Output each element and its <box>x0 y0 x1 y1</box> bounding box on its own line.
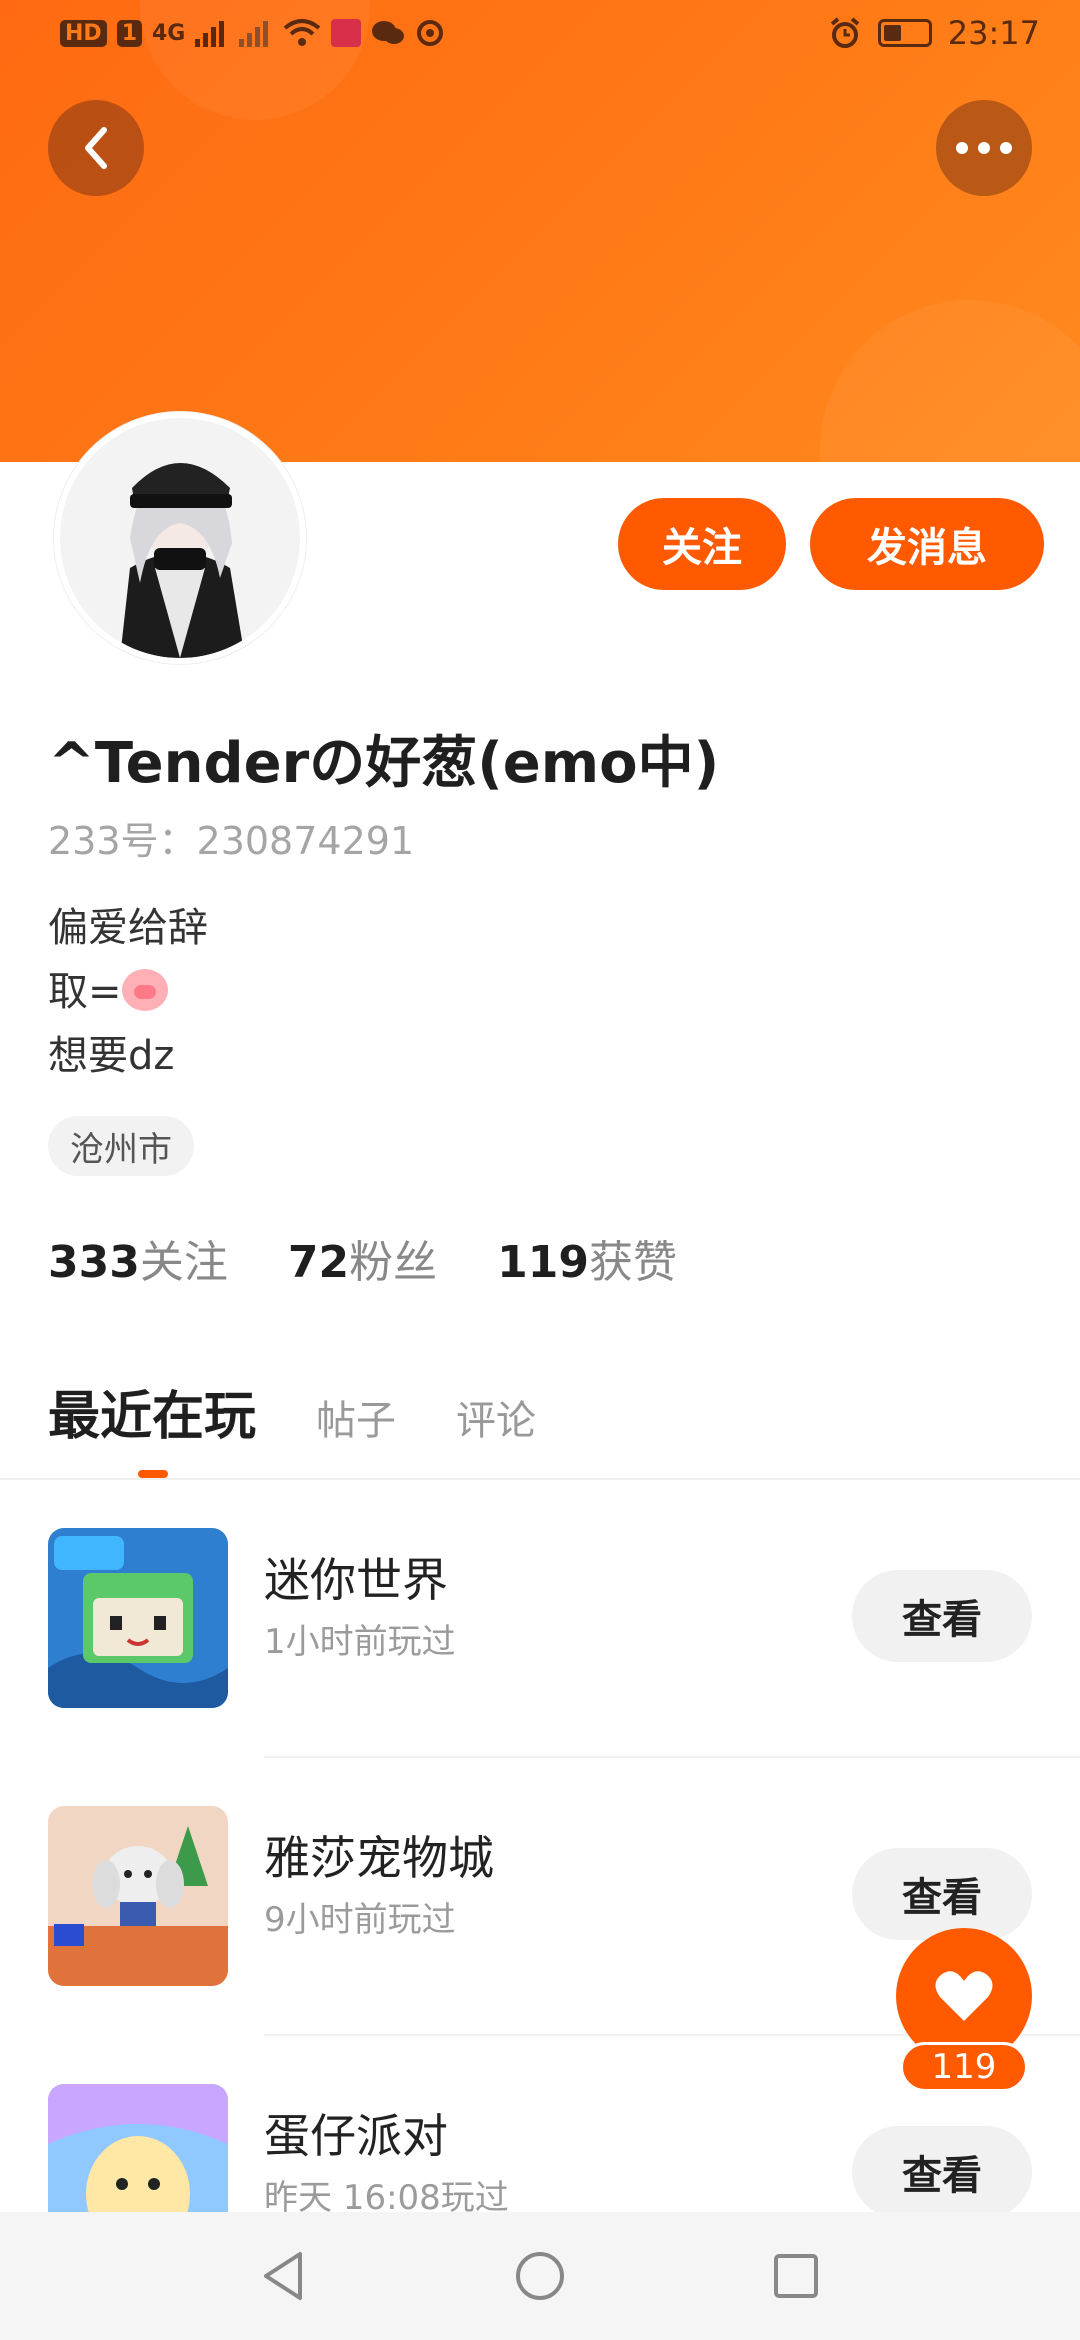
signal-icon <box>239 21 269 47</box>
profile-stats: 333关注 72粉丝 119获赞 <box>48 1226 677 1290</box>
profile-uid: 233号：230874291 <box>48 819 415 863</box>
pig-face-emoji-icon <box>121 969 168 1011</box>
list-item[interactable]: 迷你世界 1小时前玩过 查看 <box>0 1500 1080 1778</box>
home-circle-icon <box>516 2252 564 2300</box>
game-title: 蛋仔派对 <box>264 2109 448 2163</box>
game-last-played: 9小时前玩过 <box>264 1900 456 1940</box>
game-thumbnail <box>48 1528 228 1708</box>
stat-label: 粉丝 <box>349 1237 438 1288</box>
bio-line: 偏爱给辞 <box>48 905 208 951</box>
battery-icon <box>877 19 932 47</box>
active-tab-indicator <box>138 1470 168 1478</box>
stat-likes[interactable]: 119获赞 <box>497 1226 677 1290</box>
row-divider <box>264 1756 1080 1758</box>
like-count-badge: 119 <box>900 2042 1028 2092</box>
hd-icon: HD <box>60 19 107 47</box>
stat-number: 333 <box>48 1237 140 1288</box>
profile-bio: 偏爱给辞 取= 想要dz <box>48 896 208 1088</box>
view-button[interactable]: 查看 <box>852 2126 1032 2218</box>
avatar[interactable] <box>54 412 306 664</box>
signal-4g-icon: 4G <box>152 20 186 46</box>
nav-home-button[interactable] <box>512 2248 568 2304</box>
stat-followers[interactable]: 72粉丝 <box>288 1226 437 1290</box>
sim-icon: 1 <box>116 19 142 47</box>
more-dots-icon <box>956 142 1012 154</box>
recents-square-icon <box>774 2254 818 2298</box>
status-time: 23:17 <box>947 14 1040 52</box>
stat-following[interactable]: 333关注 <box>48 1226 228 1290</box>
game-title: 雅莎宠物城 <box>264 1831 494 1885</box>
nav-back-button[interactable] <box>256 2248 312 2304</box>
game-title: 迷你世界 <box>264 1553 448 1607</box>
view-button[interactable]: 查看 <box>852 1570 1032 1662</box>
game-thumbnail <box>48 1806 228 1986</box>
system-nav-bar <box>0 2212 1080 2340</box>
heart-icon <box>935 1971 993 2021</box>
stat-label: 获赞 <box>588 1237 677 1288</box>
stat-number: 119 <box>497 1237 589 1288</box>
tab-recently-played[interactable]: 最近在玩 <box>48 1374 256 1449</box>
more-options-button[interactable] <box>936 100 1032 196</box>
nav-recents-button[interactable] <box>768 2248 824 2304</box>
bio-line: 取= <box>48 960 208 1024</box>
view-button[interactable]: 查看 <box>852 1848 1032 1940</box>
banner-decoration <box>820 300 1080 462</box>
tab-posts[interactable]: 帖子 <box>316 1388 396 1446</box>
wifi-icon <box>284 19 321 46</box>
location-chip: 沧州市 <box>48 1116 194 1176</box>
back-triangle-icon <box>264 2252 302 2300</box>
profile-name: ^Tenderの好葱(emo中) <box>48 731 720 796</box>
chevron-left-icon <box>85 127 107 169</box>
game-last-played: 1小时前玩过 <box>264 1622 456 1662</box>
back-button[interactable] <box>48 100 144 196</box>
tab-comments[interactable]: 评论 <box>456 1388 536 1446</box>
status-bar: HD 1 4G 23:17 <box>0 0 1080 76</box>
tabs-divider <box>0 1478 1080 1480</box>
app-notification-icon <box>331 19 362 47</box>
profile-tabs: 最近在玩 帖子 评论 <box>48 1374 536 1449</box>
location-icon <box>417 20 444 46</box>
send-message-button[interactable]: 发消息 <box>810 498 1044 590</box>
bio-line: 想要dz <box>48 1033 175 1079</box>
stat-number: 72 <box>287 1237 350 1288</box>
wechat-icon <box>372 21 405 44</box>
alarm-icon <box>830 17 860 48</box>
stat-label: 关注 <box>139 1237 228 1288</box>
avatar-illustration <box>60 418 300 658</box>
signal-icon <box>195 21 225 47</box>
follow-button[interactable]: 关注 <box>618 498 786 590</box>
